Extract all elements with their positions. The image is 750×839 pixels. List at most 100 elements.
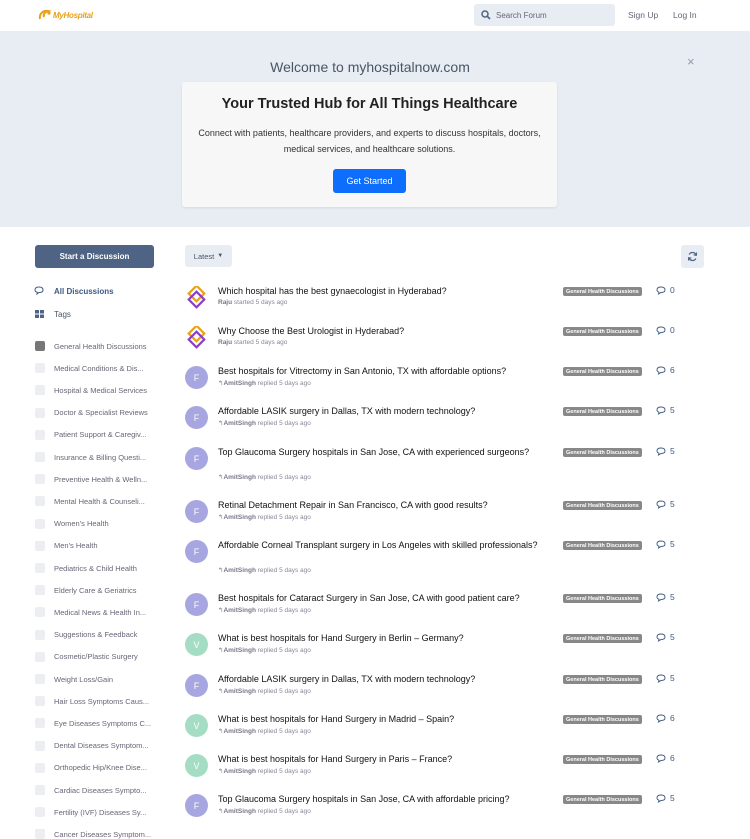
discussion-row[interactable]: F Affordable Corneal Transplant surgery i… [185,539,705,578]
tag-badge[interactable]: General Health Discussions [563,501,642,510]
sidebar-tag-item[interactable]: Cancer Diseases Symptom... [35,829,151,839]
tag-badge[interactable]: General Health Discussions [563,715,642,724]
tag-badge[interactable]: General Health Discussions [563,407,642,416]
discussion-user[interactable]: AmitSingh [223,607,256,614]
avatar[interactable]: V [185,714,208,737]
discussion-user[interactable]: AmitSingh [223,728,256,735]
get-started-button[interactable]: Get Started [333,169,406,193]
login-link[interactable]: Log In [673,10,697,20]
avatar[interactable]: F [185,406,208,429]
tag-badge[interactable]: General Health Discussions [563,367,642,376]
discussion-row[interactable]: F Retinal Detachment Repair in San Franci… [185,499,705,538]
discussion-user[interactable]: AmitSingh [223,567,256,574]
discussion-row[interactable]: F Affordable LASIK surgery in Dallas, TX … [185,405,705,444]
sidebar-tag-item[interactable]: Hospital & Medical Services [35,385,147,396]
tag-badge[interactable]: General Health Discussions [563,541,642,550]
sidebar-tag-item[interactable]: Preventive Health & Welln... [35,474,147,485]
sidebar-tag-item[interactable]: Eye Diseases Symptoms C... [35,718,151,729]
sidebar-tag-item[interactable]: Orthopedic Hip/Knee Dise... [35,762,147,773]
discussion-title[interactable]: What is best hospitals for Hand Surgery … [218,632,553,645]
discussion-title[interactable]: Best hospitals for Vitrectomy in San Ant… [218,365,553,378]
sidebar-tag-item[interactable]: Dental Diseases Symptom... [35,740,149,751]
avatar[interactable]: F [185,500,208,523]
discussion-title[interactable]: What is best hospitals for Hand Surgery … [218,753,553,766]
tag-badge[interactable]: General Health Discussions [563,675,642,684]
discussion-row[interactable]: F Affordable LASIK surgery in Dallas, TX … [185,673,705,712]
sidebar-tag-item[interactable]: Hair Loss Symptoms Caus... [35,696,149,707]
tag-badge[interactable]: General Health Discussions [563,327,642,336]
sidebar-tag-item[interactable]: Medical Conditions & Dis... [35,363,144,374]
discussion-user[interactable]: AmitSingh [223,474,256,481]
avatar[interactable] [185,326,208,349]
sidebar-tag-item[interactable]: Men's Health [35,540,98,551]
start-discussion-button[interactable]: Start a Discussion [35,245,154,268]
discussion-user[interactable]: AmitSingh [223,808,256,815]
avatar[interactable]: V [185,754,208,777]
sidebar-tag-item[interactable]: Patient Support & Caregiv... [35,429,146,440]
sidebar-tag-item[interactable]: General Health Discussions [35,341,147,351]
sidebar-tag-item[interactable]: Pediatrics & Child Health [35,563,137,573]
discussion-title[interactable]: Top Glaucoma Surgery hospitals in San Jo… [218,446,553,459]
discussion-row[interactable]: V What is best hospitals for Hand Surgery… [185,713,705,752]
discussion-row[interactable]: Why Choose the Best Urologist in Hyderab… [185,325,705,364]
sidebar-tag-item[interactable]: Mental Health & Counseli... [35,496,145,507]
refresh-button[interactable] [681,245,704,268]
discussion-row[interactable]: F Best hospitals for Cataract Surgery in … [185,592,705,631]
sidebar-tag-item[interactable]: Medical News & Health In... [35,607,146,618]
discussion-title[interactable]: Why Choose the Best Urologist in Hyderab… [218,325,553,338]
discussion-user[interactable]: AmitSingh [223,647,256,654]
sort-label: Latest [193,251,215,261]
avatar[interactable]: F [185,447,208,470]
signup-link[interactable]: Sign Up [628,10,658,20]
sidebar-tag-item[interactable]: Women's Health [35,518,109,529]
nav-all-discussions[interactable]: All Discussions [34,286,114,296]
discussion-row[interactable]: F Top Glaucoma Surgery hospitals in San J… [185,446,705,485]
discussion-title[interactable]: Retinal Detachment Repair in San Francis… [218,499,553,512]
sidebar-tag-item[interactable]: Cardiac Diseases Sympto... [35,785,147,795]
discussion-user[interactable]: AmitSingh [223,420,256,427]
sidebar-tag-item[interactable]: Fertility (IVF) Diseases Sy... [35,807,146,818]
discussion-user[interactable]: Raju [218,339,232,346]
discussion-title[interactable]: Which hospital has the best gynaecologis… [218,285,553,298]
discussion-row[interactable]: F Best hospitals for Vitrectomy in San An… [185,365,705,404]
sort-dropdown[interactable]: Latest ▼ [185,245,232,267]
sidebar-tag-item[interactable]: Insurance & Billing Questi... [35,452,146,462]
discussion-row[interactable]: Which hospital has the best gynaecologis… [185,285,705,324]
tag-badge[interactable]: General Health Discussions [563,755,642,764]
avatar[interactable] [185,286,208,309]
sidebar-tag-item[interactable]: Elderly Care & Geriatrics [35,585,137,596]
discussion-title[interactable]: What is best hospitals for Hand Surgery … [218,713,553,726]
tag-badge[interactable]: General Health Discussions [563,287,642,296]
nav-tags[interactable]: Tags [34,309,71,319]
search-input[interactable] [496,10,606,20]
discussion-row[interactable]: V What is best hospitals for Hand Surgery… [185,753,705,792]
search-box[interactable] [474,4,615,26]
avatar[interactable]: V [185,633,208,656]
sidebar-tag-item[interactable]: Suggestions & Feedback [35,629,137,640]
discussion-user[interactable]: AmitSingh [223,514,256,521]
discussion-row[interactable]: F Top Glaucoma Surgery hospitals in San J… [185,793,705,832]
discussion-user[interactable]: AmitSingh [223,688,256,695]
discussion-title[interactable]: Affordable LASIK surgery in Dallas, TX w… [218,673,553,686]
discussion-title[interactable]: Top Glaucoma Surgery hospitals in San Jo… [218,793,553,806]
avatar[interactable]: F [185,540,208,563]
avatar[interactable]: F [185,366,208,389]
tag-badge[interactable]: General Health Discussions [563,448,642,457]
sidebar-tag-item[interactable]: Weight Loss/Gain [35,674,113,684]
avatar[interactable]: F [185,794,208,817]
discussion-user[interactable]: AmitSingh [223,768,256,775]
discussion-user[interactable]: AmitSingh [223,380,256,387]
tag-badge[interactable]: General Health Discussions [563,795,642,804]
tag-badge[interactable]: General Health Discussions [563,594,642,603]
avatar[interactable]: F [185,674,208,697]
discussion-title[interactable]: Best hospitals for Cataract Surgery in S… [218,592,553,605]
sidebar-tag-item[interactable]: Cosmetic/Plastic Surgery [35,651,138,662]
discussion-title[interactable]: Affordable Corneal Transplant surgery in… [218,539,553,552]
sidebar-tag-item[interactable]: Doctor & Specialist Reviews [35,407,148,418]
discussion-title[interactable]: Affordable LASIK surgery in Dallas, TX w… [218,405,553,418]
tag-badge[interactable]: General Health Discussions [563,634,642,643]
discussion-row[interactable]: V What is best hospitals for Hand Surgery… [185,632,705,671]
avatar[interactable]: F [185,593,208,616]
site-logo[interactable]: MyHospital [38,9,93,21]
discussion-user[interactable]: Raju [218,299,232,306]
